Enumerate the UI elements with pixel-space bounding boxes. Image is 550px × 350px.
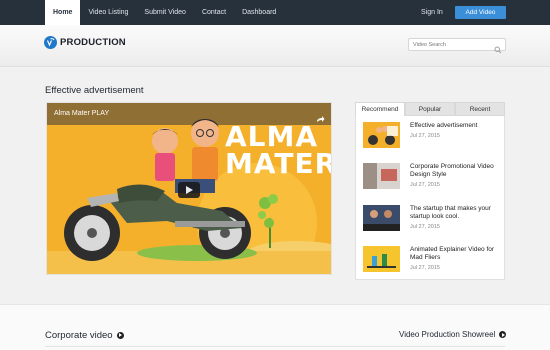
video-art-text: ALMA MATER	[225, 123, 332, 180]
list-item[interactable]: Animated Explainer Video for Mad Fliers …	[363, 246, 503, 276]
tab-recommend[interactable]: Recommend	[355, 102, 405, 116]
showreel-heading[interactable]: Video Production Showreel	[399, 330, 507, 339]
list-item-title[interactable]: The startup that makes your startup look…	[410, 205, 502, 221]
corporate-video-heading[interactable]: Corporate video	[45, 330, 124, 341]
list-item-date: Jul 27, 2015	[410, 182, 440, 188]
logo-icon[interactable]	[44, 36, 57, 49]
video-art-text-line2: MATER	[225, 147, 332, 180]
video-thumbnail[interactable]	[363, 163, 400, 189]
nav-video-listing[interactable]: Video Listing	[80, 0, 136, 25]
tab-popular[interactable]: Popular	[405, 102, 455, 116]
nav-home[interactable]: Home	[45, 0, 81, 25]
video-thumbnail[interactable]	[363, 205, 400, 231]
logo-text[interactable]: PRODUCTION	[60, 37, 126, 48]
list-item-title[interactable]: Effective advertisement	[410, 122, 502, 130]
featured-video-player[interactable]: ALMA MATER Alma Mater PLAY	[46, 102, 332, 275]
list-item[interactable]: Effective advertisement Jul 27, 2015	[363, 122, 503, 152]
video-tabs: Recommend Popular Recent	[355, 102, 505, 116]
list-item[interactable]: The startup that makes your startup look…	[363, 205, 503, 235]
list-item-title[interactable]: Corporate Promotional Video Design Style	[410, 163, 502, 179]
nav-submit-video[interactable]: Submit Video	[136, 0, 194, 25]
list-item[interactable]: Corporate Promotional Video Design Style…	[363, 163, 503, 193]
showreel-label[interactable]: Video Production Showreel	[399, 330, 495, 339]
search-box	[408, 38, 506, 54]
search-input[interactable]	[409, 39, 493, 50]
corporate-video-label[interactable]: Corporate video	[45, 330, 113, 341]
add-video-button[interactable]: Add Video	[455, 6, 506, 19]
tab-recent[interactable]: Recent	[455, 102, 505, 116]
featured-section-title: Effective advertisement	[45, 85, 144, 96]
video-title[interactable]: Alma Mater PLAY	[54, 110, 109, 117]
list-item-date: Jul 27, 2015	[410, 265, 440, 271]
share-icon[interactable]	[316, 110, 325, 128]
recommend-list: Effective advertisement Jul 27, 2015 Cor…	[355, 116, 505, 280]
video-thumbnail[interactable]	[363, 122, 400, 148]
section-divider	[45, 346, 505, 347]
arrow-right-icon[interactable]	[499, 331, 507, 339]
bottom-section	[0, 304, 550, 350]
play-button[interactable]	[178, 182, 200, 198]
top-nav-bar: Home Video Listing Submit Video Contact …	[0, 0, 550, 25]
nav-contact[interactable]: Contact	[194, 0, 234, 25]
video-thumbnail[interactable]	[363, 246, 400, 272]
arrow-right-icon[interactable]	[116, 331, 124, 339]
site-header: PRODUCTION	[0, 25, 550, 67]
main-nav: Home Video Listing Submit Video Contact …	[45, 0, 284, 25]
nav-dashboard[interactable]: Dashboard	[234, 0, 284, 25]
list-item-date: Jul 27, 2015	[410, 133, 440, 139]
list-item-date: Jul 27, 2015	[410, 224, 440, 230]
sign-in-link[interactable]: Sign In	[421, 0, 443, 25]
list-item-title[interactable]: Animated Explainer Video for Mad Fliers	[410, 246, 502, 262]
search-icon[interactable]	[494, 41, 502, 59]
